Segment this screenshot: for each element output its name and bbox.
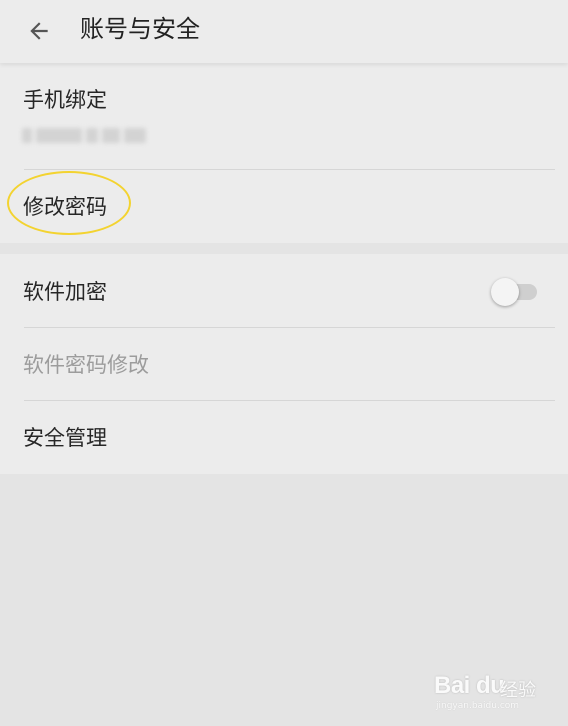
software-encryption-toggle[interactable] — [491, 277, 539, 307]
change-password-label: 修改密码 — [23, 195, 107, 219]
watermark-url: jingyan.baidu.com — [436, 701, 520, 711]
security-management-label: 安全管理 — [23, 426, 107, 450]
page-title: 账号与安全 — [80, 15, 200, 43]
change-password-row[interactable]: 修改密码 — [0, 170, 568, 243]
baidu-jingyan-watermark: Bai du 经验 jingyan.baidu.com — [434, 668, 544, 714]
security-management-row[interactable]: 安全管理 — [0, 401, 568, 474]
phone-binding-label: 手机绑定 — [23, 88, 107, 112]
phone-number-redacted — [22, 127, 146, 145]
software-encryption-row[interactable]: 软件加密 — [0, 254, 568, 327]
software-password-change-row[interactable]: 软件密码修改 — [0, 328, 568, 400]
app-bar: 账号与安全 — [0, 0, 568, 63]
watermark-suffix: 经验 — [500, 680, 536, 701]
phone-binding-row[interactable]: 手机绑定 — [0, 63, 568, 169]
software-encryption-label: 软件加密 — [23, 280, 107, 304]
watermark-brand: Bai du — [434, 672, 505, 699]
toggle-thumb — [491, 278, 519, 306]
back-button[interactable] — [18, 10, 60, 52]
software-password-change-label: 软件密码修改 — [23, 353, 149, 377]
arrow-left-icon — [30, 22, 48, 40]
